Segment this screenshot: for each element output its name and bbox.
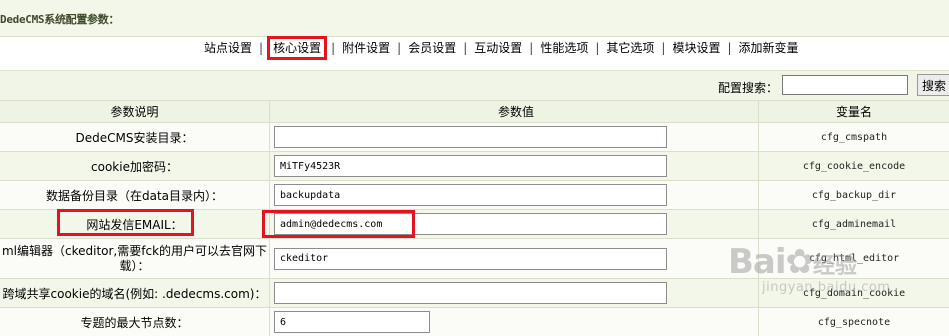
param-value-input[interactable] (274, 282, 667, 304)
table-row: 跨域共享cookie的域名(例如: .dedecms.com)： cfg_dom… (0, 278, 949, 307)
search-label: 配置搜索： (718, 81, 779, 95)
param-label: DedeCMS安装目录： (0, 123, 270, 151)
search-button[interactable]: 搜索 (917, 74, 949, 96)
param-label: 网站发信EMAIL： (0, 210, 270, 238)
table-row: 数据备份目录（在data目录内）： cfg_backup_dir (0, 180, 949, 209)
tab-performance-options[interactable]: 性能选项 (534, 39, 594, 57)
table-row: 专题的最大节点数： cfg_specnote (0, 307, 949, 336)
settings-tabs: 站点设置 | 核心设置 | 附件设置 | 会员设置 | 互动设置 | 性能选项 … (198, 36, 805, 60)
tab-site-settings[interactable]: 站点设置 (198, 39, 258, 57)
page-title: DedeCMS系统配置参数： (0, 13, 120, 26)
column-header-value: 参数值 (270, 101, 759, 122)
variable-name: cfg_html_editor (808, 253, 900, 264)
column-header-description: 参数说明 (0, 101, 270, 122)
tab-separator: | (259, 41, 264, 55)
param-label: ml编辑器（ckeditor,需要fck的用户可以去官网下载）： (0, 239, 270, 278)
param-value-input[interactable] (274, 247, 667, 270)
config-search-bar: 配置搜索： 搜索 (0, 70, 949, 101)
variable-name: cfg_backup_dir (811, 189, 897, 201)
variable-name: cfg_specnote (817, 316, 891, 328)
top-bar: DedeCMS系统配置参数： (0, 0, 949, 37)
table-row: DedeCMS安装目录： cfg_cmspath (0, 122, 949, 151)
table-row: ml编辑器（ckeditor,需要fck的用户可以去官网下载）： cfg_htm… (0, 238, 949, 278)
variable-name: cfg_cmspath (820, 131, 888, 143)
config-table: 参数说明 参数值 变量名 DedeCMS安装目录： cfg_cmspath co… (0, 100, 949, 336)
column-header-varname: 变量名 (835, 105, 872, 119)
param-label: cookie加密码： (0, 152, 270, 180)
table-row: cookie加密码： cfg_cookie_encode (0, 151, 949, 180)
variable-name: cfg_adminemail (811, 218, 897, 230)
tab-module-settings[interactable]: 模块设置 (666, 39, 726, 57)
tab-attachment-settings[interactable]: 附件设置 (336, 39, 396, 57)
tab-add-variable[interactable]: 添加新变量 (733, 39, 805, 57)
config-search-input[interactable] (782, 75, 908, 95)
tab-core-settings[interactable]: 核心设置 (267, 36, 328, 60)
table-row: 网站发信EMAIL： cfg_adminemail (0, 209, 949, 238)
param-label: 数据备份目录（在data目录内）： (0, 181, 270, 209)
param-label: 专题的最大节点数： (0, 308, 270, 336)
table-header-row: 参数说明 参数值 变量名 (0, 100, 949, 122)
param-value-input[interactable] (274, 311, 430, 333)
param-value-input[interactable] (274, 155, 667, 177)
param-label: 跨域共享cookie的域名(例如: .dedecms.com)： (0, 279, 270, 307)
variable-name: cfg_cookie_encode (802, 160, 906, 172)
tab-interaction-settings[interactable]: 互动设置 (468, 39, 528, 57)
param-value-input[interactable] (274, 213, 667, 235)
param-value-input[interactable] (274, 184, 667, 206)
tab-member-settings[interactable]: 会员设置 (402, 39, 462, 57)
tab-other-options[interactable]: 其它选项 (600, 39, 660, 57)
param-value-input[interactable] (274, 126, 667, 148)
variable-name: cfg_domain_cookie (802, 287, 906, 299)
